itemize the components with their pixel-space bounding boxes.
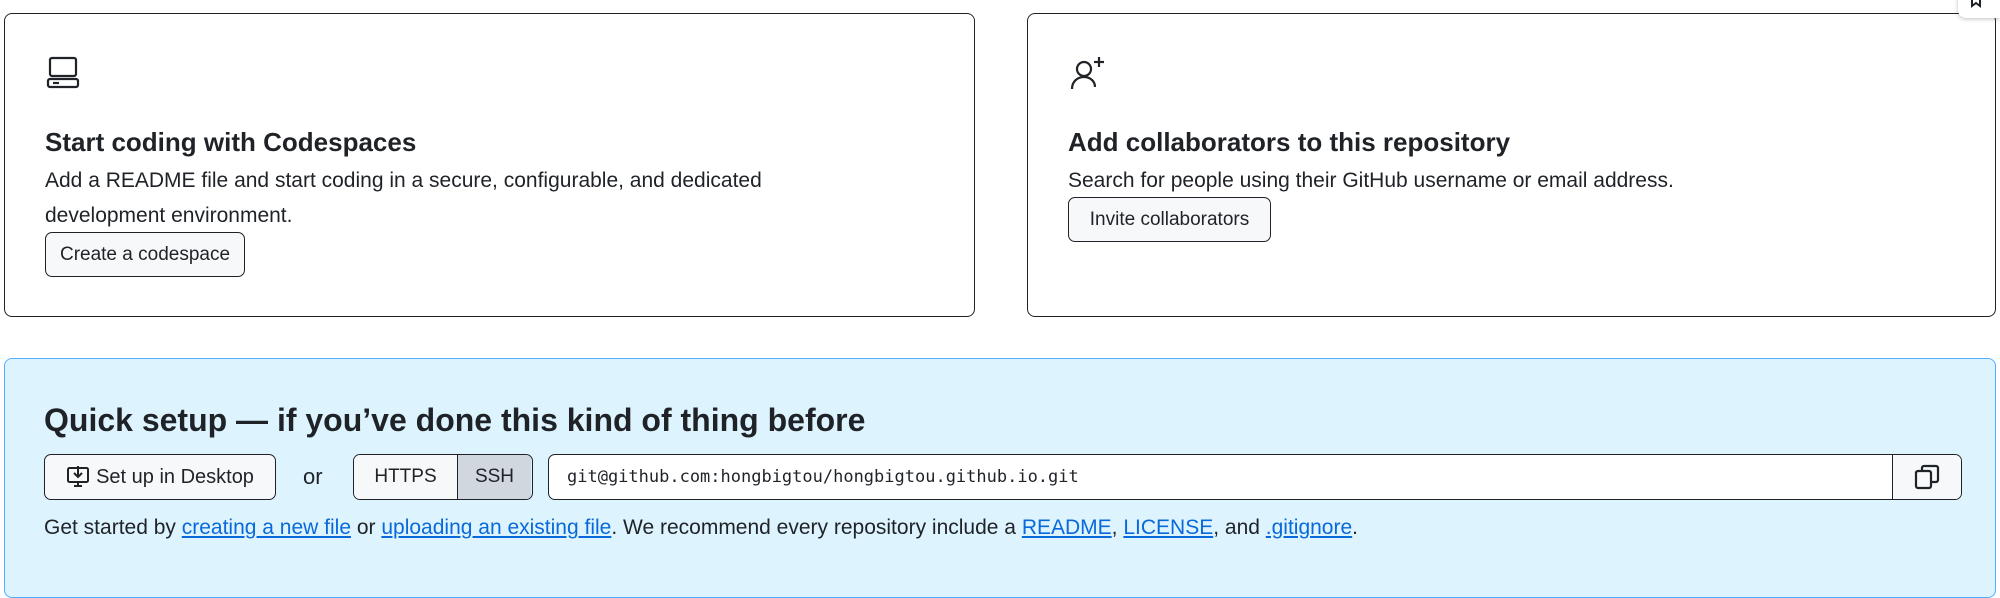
codespaces-title: Start coding with Codespaces	[45, 127, 417, 157]
license-link[interactable]: LICENSE	[1123, 516, 1213, 539]
person-add-icon	[1070, 57, 1104, 90]
protocol-ssh-tab[interactable]: SSH	[458, 455, 531, 499]
collaborators-title: Add collaborators to this repository	[1068, 127, 1511, 157]
quick-setup-title: Quick setup — if you’ve done this kind o…	[44, 402, 866, 438]
create-new-file-link[interactable]: creating a new file	[182, 516, 351, 539]
codespaces-card: Start coding with Codespaces Add a READM…	[4, 13, 975, 317]
copy-icon	[1914, 464, 1940, 490]
setup-in-desktop-button[interactable]: Set up in Desktop	[44, 454, 276, 500]
codespaces-description: Add a README file and start coding in a …	[45, 169, 762, 227]
help-sep2: , and	[1213, 516, 1266, 539]
protocol-toggle: HTTPS SSH	[353, 454, 533, 500]
device-desktop-icon	[46, 56, 80, 89]
bookmark-icon	[1971, 0, 1981, 8]
help-mid1: or	[351, 516, 382, 539]
help-prefix: Get started by	[44, 516, 182, 539]
help-sep1: ,	[1111, 516, 1124, 539]
corner-widget[interactable]	[1958, 0, 2000, 18]
gitignore-link[interactable]: .gitignore	[1266, 516, 1352, 539]
upload-existing-file-link[interactable]: uploading an existing file	[381, 516, 611, 539]
clone-url-input[interactable]	[549, 455, 1892, 499]
desktop-download-icon	[67, 466, 90, 487]
quick-setup-panel: Quick setup — if you’ve done this kind o…	[4, 358, 1996, 598]
quick-setup-help: Get started by creating a new file or up…	[44, 513, 1358, 543]
help-suffix: .	[1352, 516, 1358, 539]
readme-link[interactable]: README	[1022, 516, 1112, 539]
invite-collaborators-button[interactable]: Invite collaborators	[1068, 197, 1271, 242]
or-label: or	[303, 464, 323, 489]
help-mid2: . We recommend every repository include …	[611, 516, 1022, 539]
protocol-https-tab[interactable]: HTTPS	[354, 455, 458, 499]
clone-url-box	[548, 454, 1962, 500]
copy-url-button[interactable]	[1892, 455, 1961, 499]
collaborators-card: Add collaborators to this repository Sea…	[1027, 13, 1996, 317]
create-codespace-button[interactable]: Create a codespace	[45, 232, 245, 277]
setup-in-desktop-label: Set up in Desktop	[96, 465, 254, 488]
collaborators-description: Search for people using their GitHub use…	[1068, 169, 1674, 192]
